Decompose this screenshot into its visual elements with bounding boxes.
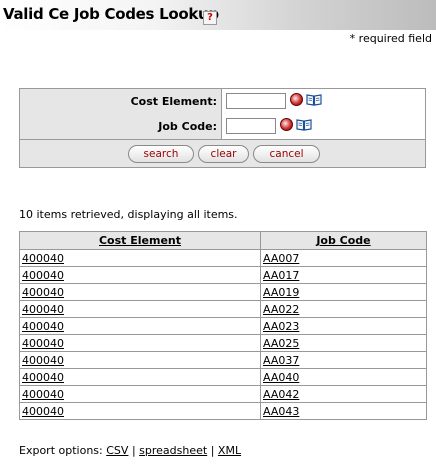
job-code-link[interactable]: AA017 [260,266,427,284]
required-field-note: * required field [349,32,432,45]
title-bar: Valid Ce Job Codes Lookup ? [0,0,436,30]
table-row: 400040 AA043 [19,402,427,420]
cost-element-link[interactable]: 400040 [19,283,261,301]
export-xml-link[interactable]: XML [218,444,241,457]
cost-element-link[interactable]: 400040 [19,334,261,352]
table-row: 400040 AA025 [19,334,427,352]
table-row: 400040 AA040 [19,368,427,386]
job-code-input[interactable] [226,118,276,134]
cost-element-link[interactable]: 400040 [19,402,261,420]
export-csv-link[interactable]: CSV [106,444,128,457]
job-code-link[interactable]: AA023 [260,317,427,335]
table-row: 400040 AA017 [19,266,427,284]
export-separator: | [131,444,136,457]
job-code-link[interactable]: AA019 [260,283,427,301]
book-icon[interactable] [306,94,322,106]
export-spreadsheet-link[interactable]: spreadsheet [139,444,207,457]
job-code-link[interactable]: AA043 [260,402,427,420]
cost-element-row: Cost Element: [20,89,425,115]
results-status: 10 items retrieved, displaying all items… [19,208,238,221]
table-row: 400040 AA042 [19,385,427,403]
cost-element-link[interactable]: 400040 [19,266,261,284]
job-code-link[interactable]: AA025 [260,334,427,352]
cost-element-input[interactable] [226,93,286,109]
table-row: 400040 AA019 [19,283,427,301]
cancel-button[interactable]: cancel [253,145,320,163]
cost-element-link[interactable]: 400040 [19,249,261,267]
export-separator: | [210,444,215,457]
job-code-link[interactable]: AA007 [260,249,427,267]
job-code-link[interactable]: AA037 [260,351,427,369]
cost-element-link[interactable]: 400040 [19,368,261,386]
table-row: 400040 AA022 [19,300,427,318]
help-icon[interactable]: ? [203,11,217,25]
page-title: Valid Ce Job Codes Lookup [3,5,219,23]
cost-element-link[interactable]: 400040 [19,300,261,318]
cost-element-link[interactable]: 400040 [19,385,261,403]
results-table: Cost Element Job Code 400040 AA007 400040 A… [19,231,427,420]
cost-element-label: Cost Element: [20,89,222,114]
magnifier-icon[interactable] [280,118,293,131]
table-row: 400040 AA007 [19,249,427,267]
cost-element-link[interactable]: 400040 [19,317,261,335]
table-row: 400040 AA023 [19,317,427,335]
export-label: Export options: [19,444,103,457]
book-icon[interactable] [296,119,312,131]
column-header-job-code[interactable]: Job Code [260,231,427,250]
export-options: Export options: CSV | spreadsheet | XML [19,444,241,457]
cost-element-link[interactable]: 400040 [19,351,261,369]
magnifier-icon[interactable] [290,93,303,106]
job-code-link[interactable]: AA042 [260,385,427,403]
search-criteria-panel: Cost Element: Job Code: search clear can… [19,88,426,168]
table-row: 400040 AA037 [19,351,427,369]
job-code-link[interactable]: AA040 [260,368,427,386]
table-header-row: Cost Element Job Code [19,231,427,250]
button-row: search clear cancel [20,140,425,168]
job-code-field-cell [222,114,425,139]
job-code-label: Job Code: [20,114,222,139]
job-code-row: Job Code: [20,114,425,140]
clear-button[interactable]: clear [198,145,249,163]
job-code-link[interactable]: AA022 [260,300,427,318]
search-button[interactable]: search [128,145,194,163]
cost-element-field-cell [222,89,425,114]
column-header-cost-element[interactable]: Cost Element [19,231,261,250]
